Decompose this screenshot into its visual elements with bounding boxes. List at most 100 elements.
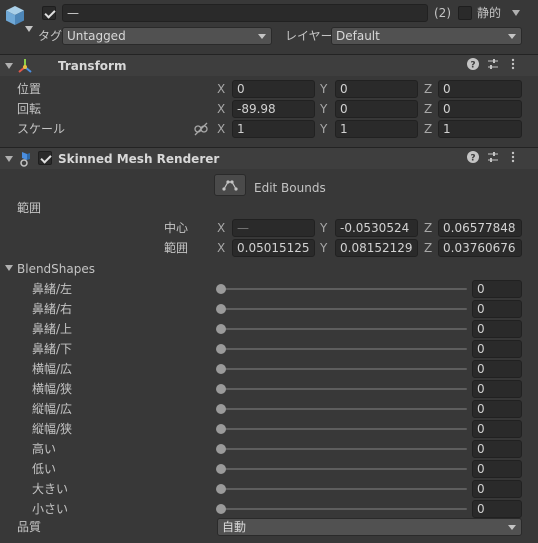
edit-bounds-button[interactable]: [214, 174, 246, 196]
blendshape-slider-knob[interactable]: [216, 424, 226, 434]
center-z-field[interactable]: 0.06577848: [438, 219, 522, 237]
blendshape-value-field[interactable]: 0: [472, 300, 522, 318]
blendshape-slider-track[interactable]: [220, 508, 467, 510]
help-icon[interactable]: ?: [466, 58, 480, 73]
renderer-enabled-checkbox[interactable]: [38, 151, 52, 165]
blendshape-slider-knob[interactable]: [216, 504, 226, 514]
blendshape-value-field[interactable]: 0: [472, 340, 522, 358]
center-y-field[interactable]: -0.0530524: [335, 219, 418, 237]
axis-x-label[interactable]: X: [217, 122, 225, 136]
static-dropdown-icon[interactable]: [512, 10, 520, 16]
axis-y-label[interactable]: Y: [320, 102, 327, 116]
blendshape-slider-knob[interactable]: [216, 364, 226, 374]
gameobject-icon-dropdown-icon[interactable]: [25, 26, 33, 32]
blendshape-value-field[interactable]: 0: [472, 440, 522, 458]
layer-dropdown[interactable]: Default: [331, 27, 522, 45]
gameobject-name-field[interactable]: —: [62, 4, 428, 22]
scale-label: スケール: [17, 122, 66, 136]
blendshape-slider-knob[interactable]: [216, 444, 226, 454]
scale-z-field[interactable]: 1: [438, 120, 522, 138]
skinned-mesh-renderer-header[interactable]: Skinned Mesh Renderer ?: [0, 147, 538, 169]
axis-x-label[interactable]: X: [217, 82, 225, 96]
kebab-menu-icon[interactable]: [506, 151, 520, 166]
blendshape-slider-knob[interactable]: [216, 324, 226, 334]
position-z-field[interactable]: 0: [438, 80, 522, 98]
position-y-field[interactable]: 0: [335, 80, 418, 98]
blendshape-value-field[interactable]: 0: [472, 480, 522, 498]
static-checkbox[interactable]: [458, 6, 472, 20]
position-x-field[interactable]: 0: [232, 80, 315, 98]
scale-y-field[interactable]: 1: [335, 120, 418, 138]
blendshape-value-field[interactable]: 0: [472, 280, 522, 298]
extent-x-field[interactable]: 0.05015125: [232, 239, 315, 257]
blendshape-slider-track[interactable]: [220, 448, 467, 450]
extent-label: 範囲: [164, 241, 189, 255]
chevron-down-icon: [258, 34, 266, 39]
blendshape-slider-track[interactable]: [220, 308, 467, 310]
blendshape-slider-knob[interactable]: [216, 404, 226, 414]
axis-z-label[interactable]: Z: [424, 102, 432, 116]
transform-header[interactable]: Transform ?: [0, 54, 538, 76]
blendshape-value-field[interactable]: 0: [472, 460, 522, 478]
rotation-y-field[interactable]: 0: [335, 100, 418, 118]
axis-z-label[interactable]: Z: [424, 221, 432, 235]
blendshape-value-field[interactable]: 0: [472, 400, 522, 418]
blendshape-slider-track[interactable]: [220, 428, 467, 430]
blendshape-label: 高い: [32, 442, 57, 456]
blendshape-slider-knob[interactable]: [216, 344, 226, 354]
foldout-arrow-icon[interactable]: [5, 156, 13, 162]
blendshape-slider-track[interactable]: [220, 468, 467, 470]
blendshape-label: 横幅/広: [32, 362, 73, 376]
preset-sliders-icon[interactable]: [486, 151, 500, 166]
static-label: 静的: [477, 6, 502, 20]
axis-z-label[interactable]: Z: [424, 122, 432, 136]
blendshape-slider-track[interactable]: [220, 288, 467, 290]
blendshape-slider-track[interactable]: [220, 408, 467, 410]
tag-dropdown[interactable]: Untagged: [62, 27, 272, 45]
blendshape-value-field[interactable]: 0: [472, 320, 522, 338]
blendshape-slider-knob[interactable]: [216, 284, 226, 294]
blendshape-label: 縦幅/広: [32, 402, 73, 416]
blendshape-slider-track[interactable]: [220, 348, 467, 350]
blendshape-slider-track[interactable]: [220, 388, 467, 390]
axis-x-label[interactable]: X: [217, 221, 225, 235]
kebab-menu-icon[interactable]: [506, 58, 520, 73]
gameobject-active-checkbox[interactable]: [42, 6, 56, 20]
blendshapes-foldout-icon[interactable]: [5, 265, 13, 271]
constrain-proportions-link-icon[interactable]: [194, 122, 208, 136]
axis-x-label[interactable]: X: [217, 241, 225, 255]
blendshape-label: 小さい: [32, 502, 69, 516]
scale-x-field[interactable]: 1: [232, 120, 315, 138]
blendshape-slider-track[interactable]: [220, 488, 467, 490]
blendshape-slider-knob[interactable]: [216, 464, 226, 474]
blendshape-label: 大きい: [32, 482, 69, 496]
axis-y-label[interactable]: Y: [320, 122, 327, 136]
foldout-arrow-icon[interactable]: [5, 63, 13, 69]
blendshape-slider-track[interactable]: [220, 368, 467, 370]
blendshape-value-field[interactable]: 0: [472, 500, 522, 518]
quality-dropdown[interactable]: 自動: [217, 518, 522, 536]
axis-y-label[interactable]: Y: [320, 82, 327, 96]
axis-z-label[interactable]: Z: [424, 241, 432, 255]
chevron-down-icon: [508, 525, 516, 530]
gameobject-icon[interactable]: [4, 4, 26, 28]
blendshapes-label[interactable]: BlendShapes: [17, 262, 95, 276]
extent-z-field[interactable]: 0.03760676: [438, 239, 522, 257]
blendshape-slider-track[interactable]: [220, 328, 467, 330]
rotation-z-field[interactable]: 0: [438, 100, 522, 118]
axis-z-label[interactable]: Z: [424, 82, 432, 96]
help-icon[interactable]: ?: [466, 151, 480, 166]
blendshape-slider-knob[interactable]: [216, 384, 226, 394]
extent-y-field[interactable]: 0.08152129: [335, 239, 418, 257]
center-x-field[interactable]: —: [232, 219, 315, 237]
blendshape-value-field[interactable]: 0: [472, 420, 522, 438]
preset-sliders-icon[interactable]: [486, 58, 500, 73]
blendshape-slider-knob[interactable]: [216, 304, 226, 314]
blendshape-slider-knob[interactable]: [216, 484, 226, 494]
axis-y-label[interactable]: Y: [320, 221, 327, 235]
blendshape-value-field[interactable]: 0: [472, 380, 522, 398]
axis-x-label[interactable]: X: [217, 102, 225, 116]
blendshape-value-field[interactable]: 0: [472, 360, 522, 378]
axis-y-label[interactable]: Y: [320, 241, 327, 255]
rotation-x-field[interactable]: -89.98: [232, 100, 315, 118]
